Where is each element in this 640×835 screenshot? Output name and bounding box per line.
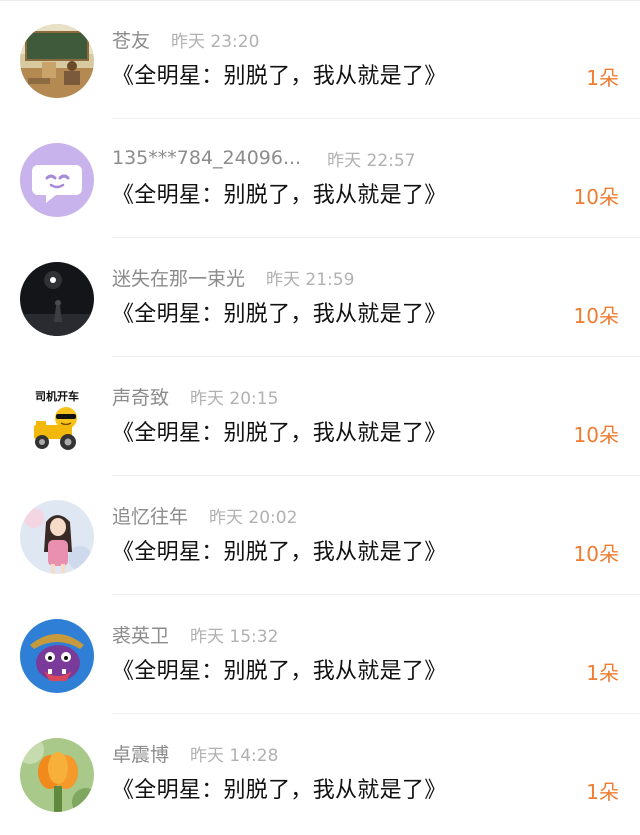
- comment-list: 苍友 昨天 23:20 《全明星：别脱了，我从就是了》 1朵 135***784…: [0, 0, 640, 835]
- sunglasses-emoji-tractor-icon[interactable]: 司机开车: [20, 381, 94, 455]
- purple-monster-icon[interactable]: [20, 619, 94, 693]
- username[interactable]: 裘英卫: [112, 621, 169, 648]
- timestamp: 昨天 15:32: [190, 626, 279, 647]
- avatar-caption: 司机开车: [35, 389, 79, 403]
- username[interactable]: 135***784_24096...: [112, 147, 301, 169]
- comment-row[interactable]: 追忆往年 昨天 20:02 《全明星：别脱了，我从就是了》 10朵: [0, 476, 640, 595]
- comment-text: 《全明星：别脱了，我从就是了》: [112, 302, 447, 327]
- username[interactable]: 声奇致: [112, 383, 169, 410]
- username[interactable]: 卓震博: [112, 740, 169, 767]
- timestamp: 昨天 14:28: [190, 745, 279, 766]
- username[interactable]: 追忆往年: [112, 502, 188, 529]
- classroom-photo-icon[interactable]: [20, 24, 94, 98]
- dark-night-figure-icon[interactable]: [20, 262, 94, 336]
- flower-count: 10朵: [573, 185, 619, 209]
- username[interactable]: 苍友: [112, 26, 150, 53]
- comment-text: 《全明星：别脱了，我从就是了》: [112, 64, 447, 89]
- timestamp: 昨天 23:20: [171, 31, 260, 52]
- comment-row[interactable]: 苍友 昨天 23:20 《全明星：别脱了，我从就是了》 1朵: [0, 0, 640, 119]
- comment-row[interactable]: 司机开车 声奇致 昨天 20:15 《全明星：别脱了，我从就是了》 10朵: [0, 357, 640, 476]
- chat-bubble-face-icon[interactable]: [20, 143, 94, 217]
- timestamp: 昨天 21:59: [266, 269, 355, 290]
- comment-text: 《全明星：别脱了，我从就是了》: [112, 659, 447, 684]
- comment-text: 《全明星：别脱了，我从就是了》: [112, 183, 447, 208]
- comment-row[interactable]: 裘英卫 昨天 15:32 《全明星：别脱了，我从就是了》 1朵: [0, 595, 640, 714]
- comment-row[interactable]: 135***784_24096... 昨天 22:57 《全明星：别脱了，我从就…: [0, 119, 640, 238]
- comment-text: 《全明星：别脱了，我从就是了》: [112, 778, 447, 803]
- flower-count: 1朵: [586, 780, 619, 804]
- flower-count: 10朵: [573, 542, 619, 566]
- comment-text: 《全明星：别脱了，我从就是了》: [112, 421, 447, 446]
- flower-count: 10朵: [573, 423, 619, 447]
- timestamp: 昨天 20:02: [209, 507, 298, 528]
- timestamp: 昨天 22:57: [327, 150, 416, 171]
- orange-flower-icon[interactable]: [20, 738, 94, 812]
- flower-count: 10朵: [573, 304, 619, 328]
- anime-girl-icon[interactable]: [20, 500, 94, 574]
- username[interactable]: 迷失在那一束光: [112, 264, 245, 291]
- comment-row[interactable]: 迷失在那一束光 昨天 21:59 《全明星：别脱了，我从就是了》 10朵: [0, 238, 640, 357]
- timestamp: 昨天 20:15: [190, 388, 279, 409]
- flower-count: 1朵: [586, 66, 619, 90]
- comment-text: 《全明星：别脱了，我从就是了》: [112, 540, 447, 565]
- comment-row[interactable]: 卓震博 昨天 14:28 《全明星：别脱了，我从就是了》 1朵: [0, 714, 640, 833]
- flower-count: 1朵: [586, 661, 619, 685]
